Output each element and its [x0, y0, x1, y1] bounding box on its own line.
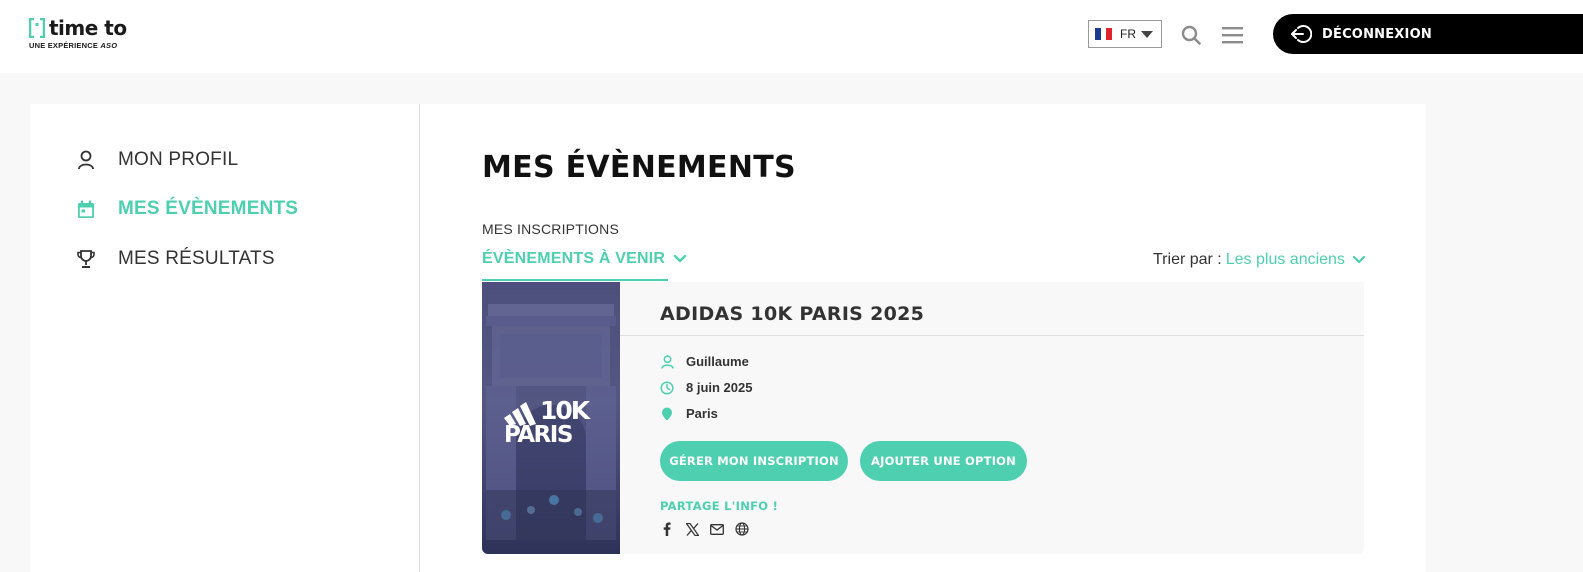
event-image[interactable]: 10K PARIS	[482, 282, 620, 554]
x-icon[interactable]	[685, 522, 699, 536]
logo-tagline-brand: ASO	[100, 41, 118, 50]
caret-down-icon	[1141, 31, 1153, 38]
share-icons	[660, 522, 760, 536]
sidebar-item-label: MES RÉSULTATS	[118, 248, 275, 269]
sidebar-divider	[419, 104, 420, 572]
logout-icon	[1291, 25, 1312, 43]
event-participant: Guillaume	[660, 354, 749, 369]
logo-tagline-prefix: UNE EXPÉRIENCE	[29, 41, 99, 50]
location-pin-icon	[660, 407, 674, 421]
event-date: 8 juin 2025	[660, 380, 752, 395]
sidebar-item-results[interactable]: MES RÉSULTATS	[76, 248, 275, 270]
event-logo-line2: PARIS	[504, 422, 572, 444]
tab-label: ÉVÈNEMENTS À VENIR	[482, 250, 666, 267]
page-title: MES ÉVÈNEMENTS	[482, 150, 796, 185]
hamburger-menu-icon[interactable]	[1222, 26, 1243, 44]
time-to-logo[interactable]: time to UNE EXPÉRIENCE ASO	[29, 16, 129, 54]
section-subtitle: MES INSCRIPTIONS	[482, 221, 619, 237]
trophy-icon	[76, 249, 96, 269]
clock-icon	[660, 380, 674, 395]
logout-button[interactable]: DÉCONNEXION	[1273, 14, 1583, 54]
sidebar-item-label: MES ÉVÈNEMENTS	[118, 198, 299, 219]
logo-tagline: UNE EXPÉRIENCE ASO	[29, 41, 117, 50]
event-location-text: Paris	[686, 406, 718, 421]
globe-icon[interactable]	[735, 522, 749, 536]
event-title[interactable]: ADIDAS 10K PARIS 2025	[660, 303, 924, 325]
event-date-text: 8 juin 2025	[686, 380, 753, 395]
tab-upcoming-events[interactable]: ÉVÈNEMENTS À VENIR	[482, 250, 687, 268]
language-code: FR	[1120, 27, 1136, 41]
sidebar-item-events[interactable]: MES ÉVÈNEMENTS	[76, 198, 298, 220]
language-select[interactable]: FR	[1088, 20, 1162, 48]
facebook-icon[interactable]	[660, 522, 674, 536]
sort-control[interactable]: Trier par : Les plus anciens	[1153, 251, 1366, 269]
sidebar-item-label: MON PROFIL	[118, 149, 239, 170]
logo-bracket-icon	[29, 18, 45, 38]
mail-icon[interactable]	[710, 522, 724, 536]
event-logo-line1: 10K	[540, 396, 592, 425]
event-card: 10K PARIS ADIDAS 10K PARIS 2025 Guillaum…	[482, 282, 1364, 554]
user-icon	[76, 150, 96, 170]
sidebar-item-profile[interactable]: MON PROFIL	[76, 149, 238, 171]
top-header: time to UNE EXPÉRIENCE ASO FR DÉCONNEXIO…	[0, 0, 1583, 73]
calendar-icon	[76, 199, 96, 219]
manage-registration-button[interactable]: GÉRER MON INSCRIPTION	[660, 441, 848, 481]
tab-underline	[482, 279, 668, 281]
sort-value[interactable]: Les plus anciens	[1226, 251, 1345, 269]
user-icon	[660, 354, 674, 369]
participant-name: Guillaume	[686, 354, 749, 369]
logout-label: DÉCONNEXION	[1322, 26, 1432, 42]
share-label: PARTAGE L'INFO !	[660, 499, 779, 513]
add-option-button[interactable]: AJOUTER UNE OPTION	[860, 441, 1027, 481]
sort-label: Trier par :	[1153, 251, 1222, 268]
chevron-down-icon	[1352, 255, 1366, 264]
logo-wordmark: time to	[49, 16, 127, 40]
search-icon[interactable]	[1181, 25, 1201, 45]
event-location: Paris	[660, 406, 718, 421]
france-flag-icon	[1095, 28, 1113, 40]
adidas-logo-icon: 10K PARIS	[504, 396, 594, 444]
chevron-down-icon	[673, 254, 687, 263]
